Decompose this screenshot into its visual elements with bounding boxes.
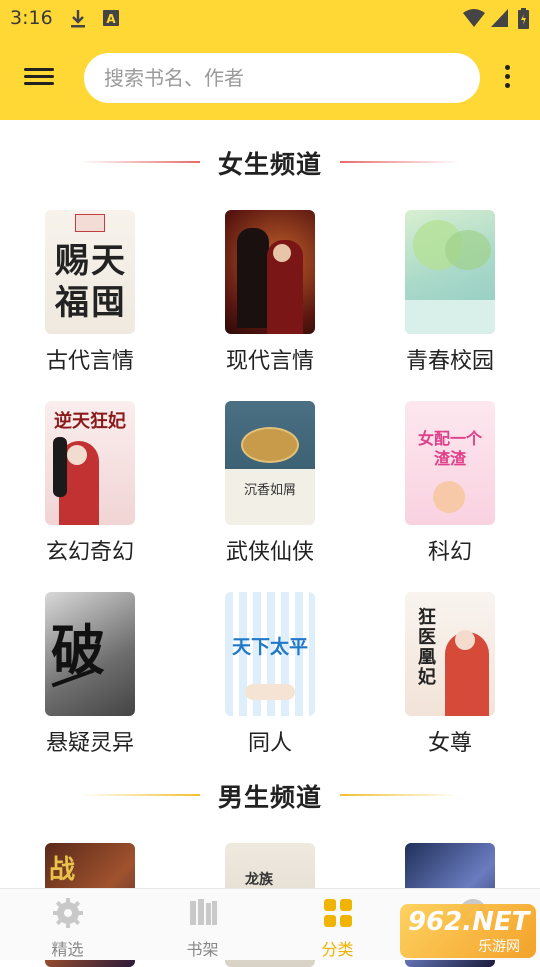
category-mystery[interactable]: 破 悬疑灵异 [10,592,170,757]
svg-text:A: A [106,12,116,26]
cover-ornament [241,427,299,463]
category-label: 玄幻奇幻 [45,540,134,565]
section-girl-channel: 女生频道 [0,141,540,181]
cover-characters [245,684,295,700]
search-input[interactable] [84,53,480,103]
book-cover: 女配一个渣渣 [405,401,495,525]
search-box[interactable] [84,53,480,103]
section-title: 男生频道 [217,783,322,812]
gear-icon [52,898,83,928]
tab-label: 书架 [186,940,219,959]
app-header [0,38,540,120]
book-cover [405,210,495,334]
app-notification-icon: A [103,10,119,26]
grid-icon [323,899,352,927]
book-cover: 赐天福囤 [45,210,135,334]
wifi-icon [463,9,485,27]
divider-right [340,794,460,796]
book-cover: 沉香如屑 [225,401,315,525]
category-female-dominant[interactable]: 狂医凰妃 女尊 [370,592,530,757]
category-fantasy[interactable]: 逆天狂妃 玄幻奇幻 [10,401,170,566]
cover-face [455,630,475,650]
cover-face [273,244,291,262]
category-label: 古代言情 [45,349,134,374]
cover-title: 女配一个渣渣 [417,429,482,468]
tab-label: 精选 [51,940,84,959]
tab-featured[interactable]: 精选 [0,889,135,961]
status-bar: 3:16 A [0,0,540,38]
site-watermark: 962.NET 乐游网 [400,904,536,958]
cover-title: 逆天狂妃 [54,411,126,432]
bookshelf-icon [189,899,217,925]
tab-label: 分类 [321,940,354,959]
category-label: 科幻 [427,540,472,565]
category-ancient-romance[interactable]: 赐天福囤 古代言情 [10,210,170,375]
cover-seal [75,214,105,232]
cover-face [67,445,87,465]
section-title: 女生频道 [217,150,322,179]
category-scifi[interactable]: 女配一个渣渣 科幻 [370,401,530,566]
book-cover: 逆天狂妃 [45,401,135,525]
category-label: 武侠仙侠 [225,540,314,565]
cover-title: 狂医凰妃 [418,607,436,688]
signal-icon [491,9,508,27]
section-boy-channel: 男生频道 [0,774,540,814]
category-label: 悬疑灵异 [45,731,134,756]
tab-bookshelf[interactable]: 书架 [135,889,270,961]
category-youth-campus[interactable]: 青春校园 [370,210,530,375]
cover-character [433,481,465,513]
book-cover: 狂医凰妃 [405,592,495,716]
cover-figure [237,228,269,328]
more-vertical-icon[interactable] [496,62,518,96]
cover-title: 战 [49,855,76,885]
battery-icon [518,8,529,29]
book-cover [225,210,315,334]
download-icon [71,10,85,28]
tab-category[interactable]: 分类 [270,889,405,961]
cover-title: 沉香如屑 [243,483,296,498]
book-cover: 破 [45,592,135,716]
category-label: 青春校园 [405,349,494,374]
cover-title: 天下太平 [231,636,308,658]
category-label: 现代言情 [225,349,314,374]
category-label: 同人 [247,731,292,756]
cover-water [405,300,495,334]
category-wuxia[interactable]: 沉香如屑 武侠仙侠 [190,401,350,566]
watermark-site: 乐游网 [478,939,520,955]
watermark-brand: 962.NET [408,907,530,937]
status-time: 3:16 [10,7,53,29]
cover-title: 赐天福囤 [55,241,127,323]
cover-hair [53,437,67,497]
hamburger-menu-icon[interactable] [24,64,60,92]
book-cover: 天下太平 [225,592,315,716]
category-fanfic[interactable]: 天下太平 同人 [190,592,350,757]
category-label: 女尊 [427,731,472,756]
cover-title: 龙族 [245,872,273,888]
cover-foliage [445,230,491,270]
category-modern-romance[interactable]: 现代言情 [190,210,350,375]
divider-right [340,161,460,163]
